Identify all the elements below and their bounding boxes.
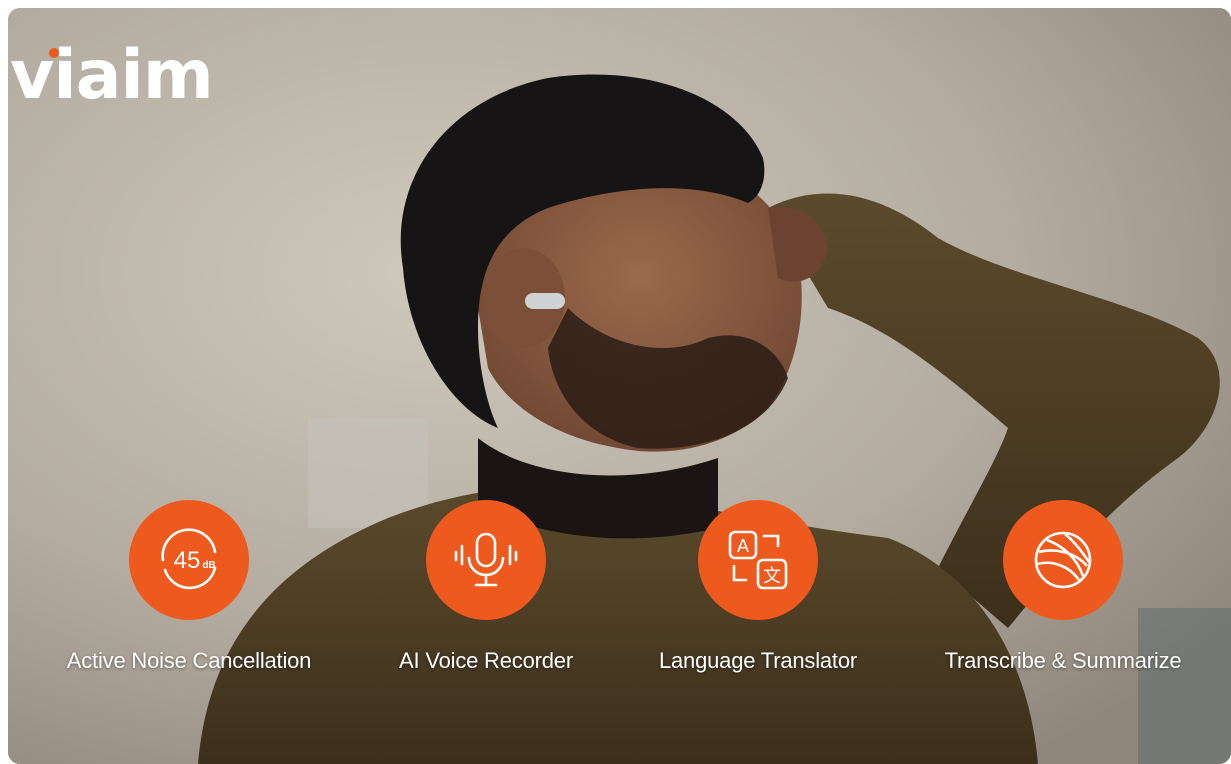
brand-logo: viaim (10, 36, 214, 115)
noise-cancellation-45db-icon: 45 dB (129, 500, 249, 620)
feature-label: Language Translator (658, 648, 857, 673)
feature-ai-voice-recorder: AI Voice Recorder (336, 500, 636, 674)
feature-label: Active Noise Cancellation (66, 648, 312, 673)
feature-transcribe-summarize: Transcribe & Summarize (913, 500, 1213, 674)
feature-language-translator: A 文 Language Translator (608, 500, 908, 674)
microphone-icon (426, 500, 546, 620)
feature-active-noise-cancellation: 45 dB Active Noise Cancellation (39, 500, 339, 674)
feature-label: Transcribe & Summarize (944, 648, 1182, 673)
badge-unit: dB (202, 560, 215, 571)
translate-glyph-a: A (737, 536, 749, 556)
hero-banner: viaim 45 dB Active Noise Cancellation AI… (8, 8, 1231, 764)
translate-glyph-b: 文 (763, 566, 781, 587)
feature-label: AI Voice Recorder (399, 648, 573, 673)
translate-icon: A 文 (698, 500, 818, 620)
yarn-ball-icon (1003, 500, 1123, 620)
logo-accent-dot (49, 48, 59, 58)
badge-number: 45 (174, 547, 201, 574)
